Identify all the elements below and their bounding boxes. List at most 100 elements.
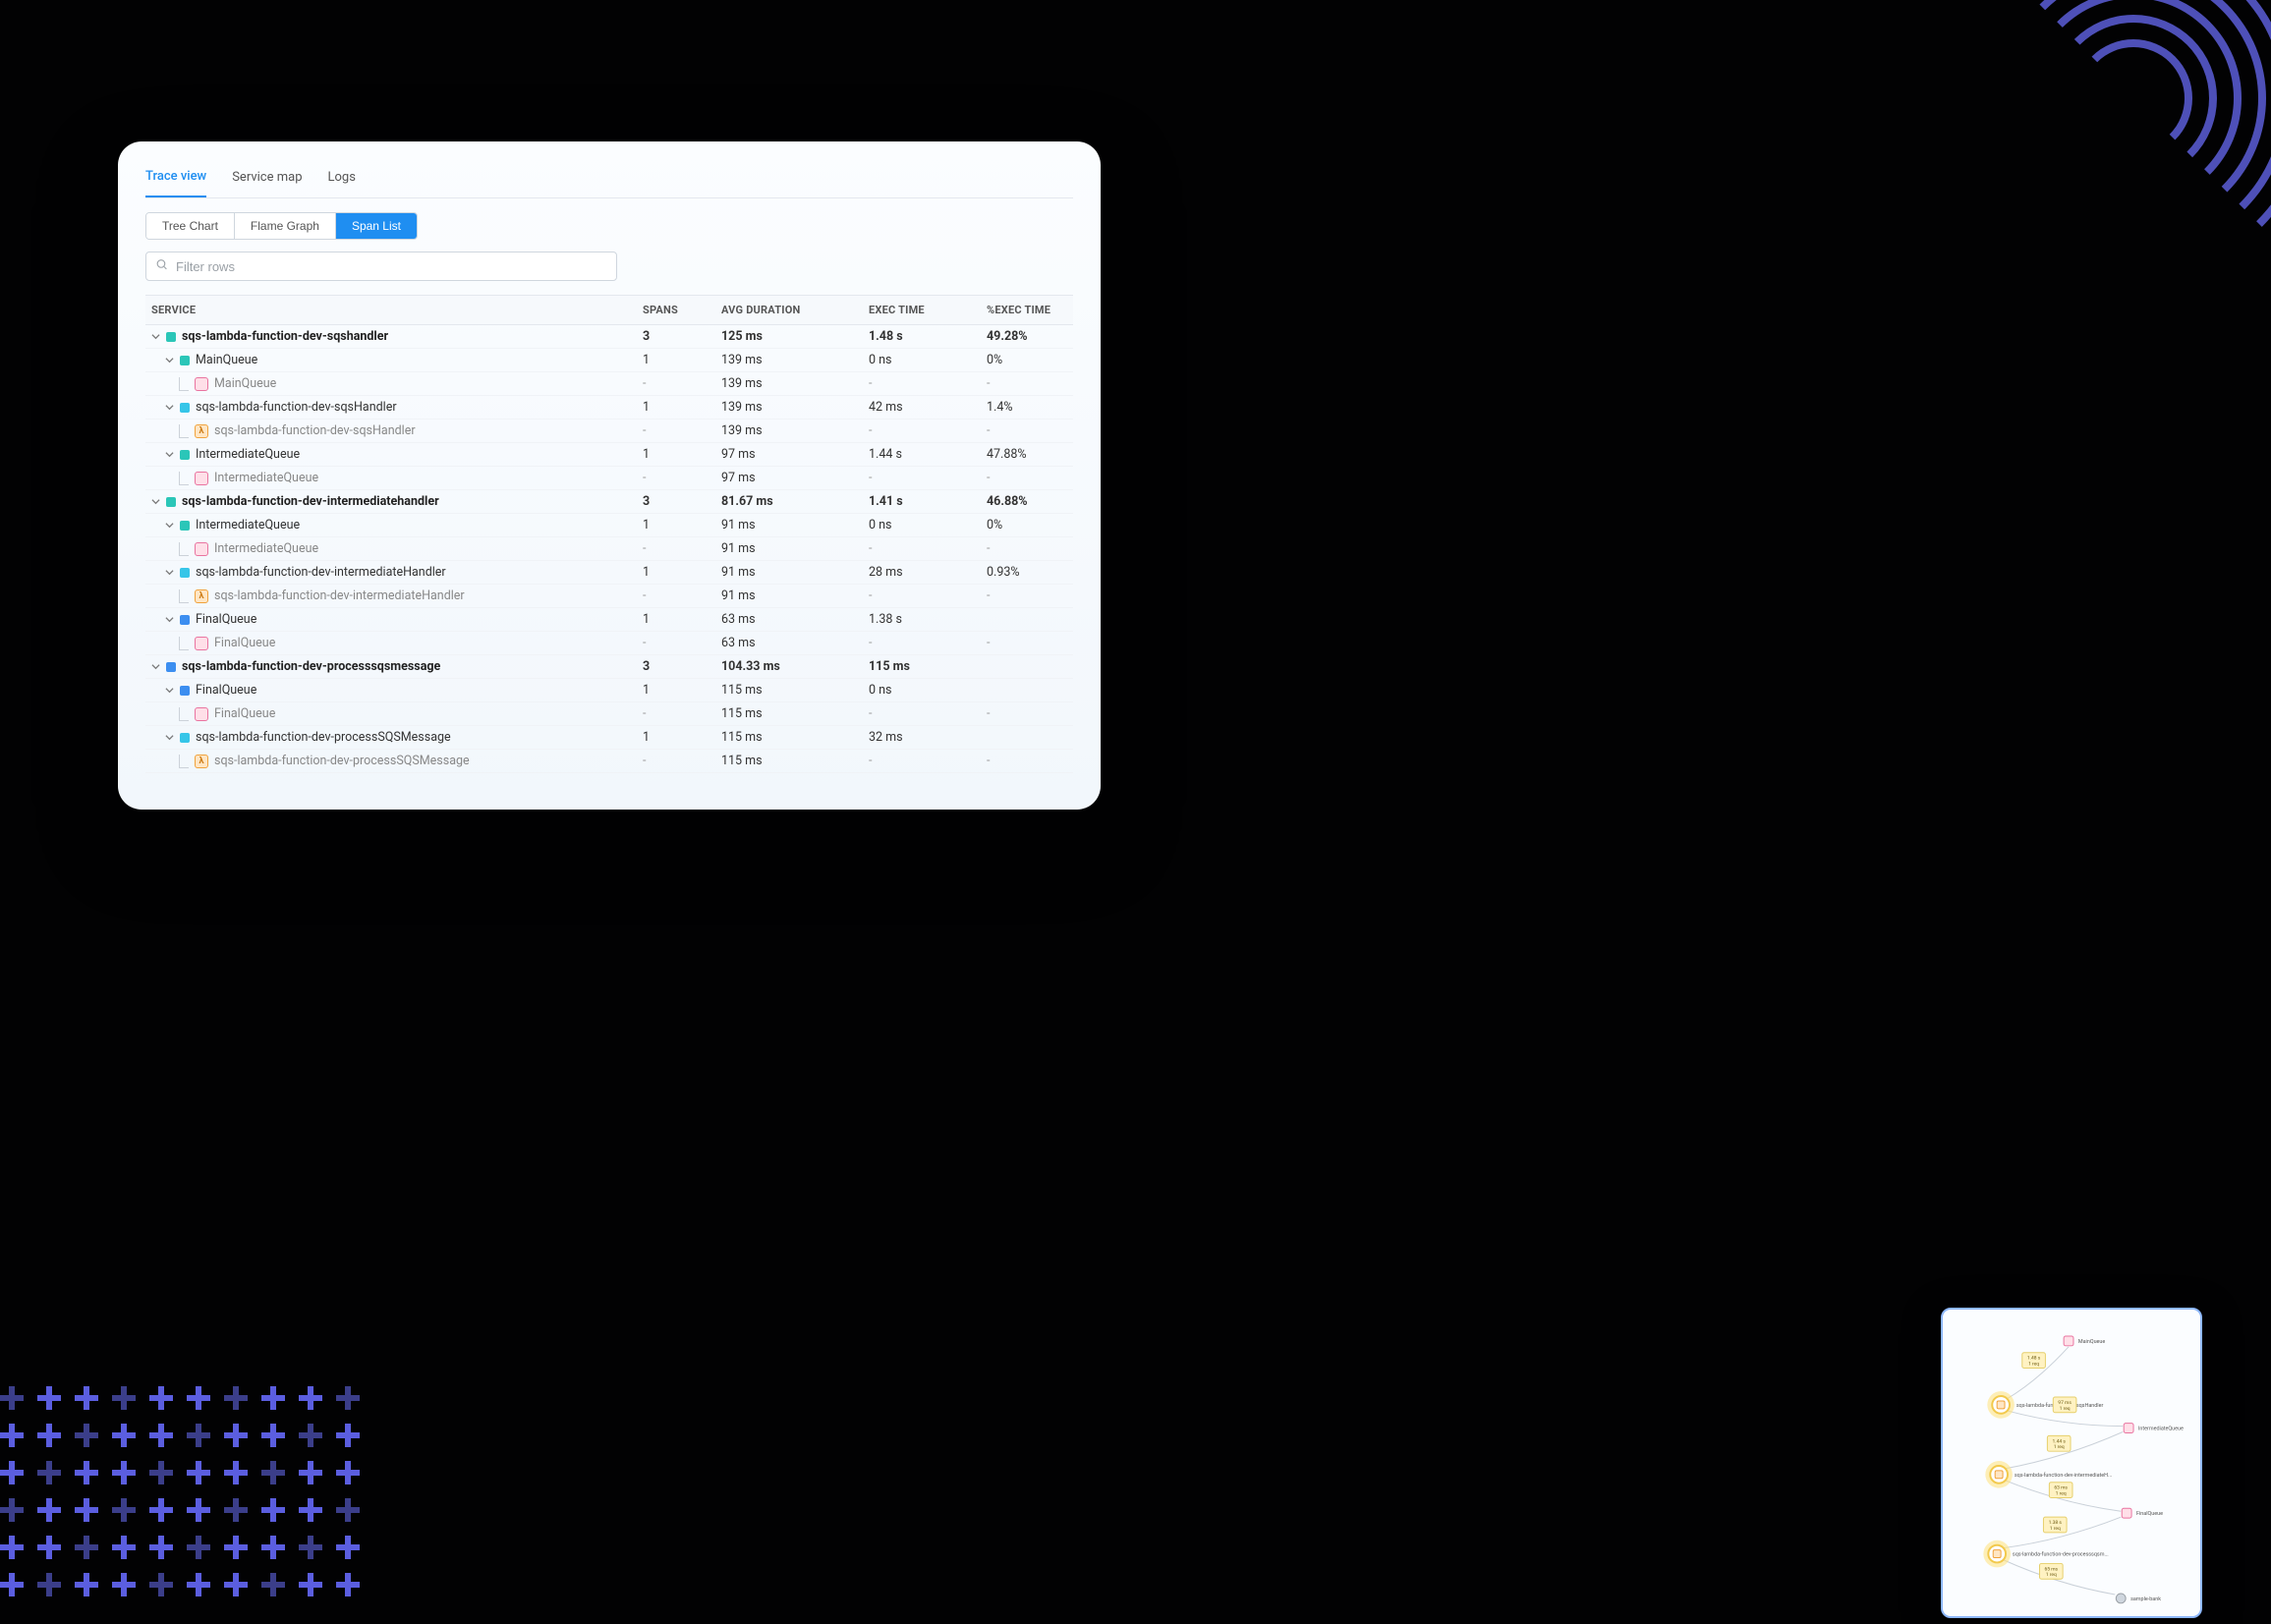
map-node[interactable]: sqs-lambda-function-dev-intermediateH... [1985, 1461, 2112, 1488]
table-row[interactable]: FinalQueue1115 ms0 ns [145, 679, 1073, 702]
table-row[interactable]: IntermediateQueue197 ms1.44 s47.88% [145, 443, 1073, 467]
cell-exec: 115 ms [869, 659, 987, 674]
chevron-down-icon[interactable] [165, 450, 174, 459]
map-node[interactable]: MainQueue [2064, 1336, 2105, 1346]
svg-text:1 req: 1 req [2060, 1406, 2071, 1412]
service-label: IntermediateQueue [196, 518, 300, 532]
cell-spans: 1 [643, 612, 721, 627]
service-label: sqs-lambda-function-dev-sqshandler [182, 329, 388, 344]
col-service: SERVICE [151, 304, 643, 316]
chevron-down-icon[interactable] [151, 332, 160, 341]
cell-avg: 91 ms [721, 541, 869, 556]
cell-avg: 139 ms [721, 400, 869, 415]
service-dot-icon [180, 521, 190, 531]
cell-avg: 91 ms [721, 518, 869, 532]
table-row[interactable]: sqs-lambda-function-dev-processSQSMessag… [145, 726, 1073, 750]
table-row[interactable]: λsqs-lambda-function-dev-intermediateHan… [145, 585, 1073, 608]
cell-spans: - [643, 588, 721, 603]
service-label: FinalQueue [196, 612, 256, 627]
cell-exec: - [869, 754, 987, 768]
cell-pct: - [987, 423, 1085, 438]
chevron-down-icon[interactable] [165, 356, 174, 364]
svg-text:IntermediateQueue: IntermediateQueue [2138, 1427, 2184, 1432]
cell-spans: - [643, 376, 721, 391]
service-label: FinalQueue [196, 683, 256, 698]
table-row[interactable]: FinalQueue-115 ms-- [145, 702, 1073, 726]
service-label: FinalQueue [214, 706, 275, 721]
map-node[interactable]: sample-bank [2116, 1594, 2161, 1603]
tree-connector [179, 377, 189, 391]
cell-exec: - [869, 376, 987, 391]
service-label: FinalQueue [214, 636, 275, 650]
cell-spans: 3 [643, 659, 721, 674]
view-tree-chart[interactable]: Tree Chart [146, 213, 235, 239]
tab-trace-view[interactable]: Trace view [145, 159, 206, 197]
table-row[interactable]: λsqs-lambda-function-dev-sqsHandler-139 … [145, 420, 1073, 443]
table-row[interactable]: MainQueue1139 ms0 ns0% [145, 349, 1073, 372]
table-row[interactable]: sqs-lambda-function-dev-processsqsmessag… [145, 655, 1073, 679]
queue-icon [195, 542, 208, 556]
map-node[interactable]: FinalQueue [2122, 1508, 2163, 1518]
svg-text:MainQueue: MainQueue [2078, 1339, 2106, 1345]
col-pct-exec-time: %EXEC TIME [987, 304, 1085, 316]
chevron-down-icon[interactable] [151, 497, 160, 506]
lambda-icon: λ [195, 589, 208, 603]
service-dot-icon [180, 733, 190, 743]
col-avg-duration: AVG DURATION [721, 304, 869, 316]
table-row[interactable]: FinalQueue-63 ms-- [145, 632, 1073, 655]
cell-exec: 32 ms [869, 730, 987, 745]
chevron-down-icon[interactable] [165, 686, 174, 695]
service-label: sqs-lambda-function-dev-processSQSMessag… [196, 730, 451, 745]
cell-avg: 97 ms [721, 447, 869, 462]
queue-icon [195, 377, 208, 391]
cell-pct: 49.28% [987, 329, 1085, 344]
cell-exec: - [869, 423, 987, 438]
view-span-list[interactable]: Span List [336, 213, 417, 239]
table-row[interactable]: sqs-lambda-function-dev-sqshandler3125 m… [145, 325, 1073, 349]
cell-exec: - [869, 636, 987, 650]
table-row[interactable]: MainQueue-139 ms-- [145, 372, 1073, 396]
table-row[interactable]: FinalQueue163 ms1.38 s [145, 608, 1073, 632]
table-row[interactable]: IntermediateQueue-97 ms-- [145, 467, 1073, 490]
view-flame-graph[interactable]: Flame Graph [235, 213, 336, 239]
cell-avg: 91 ms [721, 565, 869, 580]
cell-spans: 1 [643, 683, 721, 698]
chevron-down-icon[interactable] [165, 403, 174, 412]
table-row[interactable]: IntermediateQueue-91 ms-- [145, 537, 1073, 561]
table-row[interactable]: λsqs-lambda-function-dev-processSQSMessa… [145, 750, 1073, 773]
service-dot-icon [180, 450, 190, 460]
chevron-down-icon[interactable] [165, 733, 174, 742]
chevron-down-icon[interactable] [165, 615, 174, 624]
filter-input[interactable] [145, 252, 617, 281]
search-icon [155, 258, 168, 275]
table-row[interactable]: sqs-lambda-function-dev-sqsHandler1139 m… [145, 396, 1073, 420]
chevron-down-icon[interactable] [151, 662, 160, 671]
svg-text:1 req: 1 req [2054, 1444, 2065, 1450]
map-badge: 63 ms1 req [2049, 1483, 2072, 1498]
tab-service-map[interactable]: Service map [232, 160, 302, 196]
svg-text:1 req: 1 req [2056, 1491, 2067, 1497]
chevron-down-icon[interactable] [165, 521, 174, 530]
cell-spans: - [643, 541, 721, 556]
map-node[interactable]: sqs-lambda-function-dev-sqsHandler [1987, 1391, 2103, 1419]
table-row[interactable]: IntermediateQueue191 ms0 ns0% [145, 514, 1073, 537]
table-header: SERVICE SPANS AVG DURATION EXEC TIME %EX… [145, 295, 1073, 325]
table-body: sqs-lambda-function-dev-sqshandler3125 m… [145, 325, 1073, 773]
service-label: sqs-lambda-function-dev-processsqsmessag… [182, 659, 440, 674]
tab-logs[interactable]: Logs [328, 160, 356, 196]
cell-avg: 97 ms [721, 471, 869, 485]
cell-spans: - [643, 471, 721, 485]
cell-spans: - [643, 706, 721, 721]
service-label: MainQueue [196, 353, 257, 367]
cell-avg: 139 ms [721, 353, 869, 367]
table-row[interactable]: sqs-lambda-function-dev-intermediateHand… [145, 561, 1073, 585]
cell-avg: 91 ms [721, 588, 869, 603]
table-row[interactable]: sqs-lambda-function-dev-intermediatehand… [145, 490, 1073, 514]
cell-pct: - [987, 636, 1085, 650]
tree-connector [179, 637, 189, 650]
service-dot-icon [166, 332, 176, 342]
map-node[interactable]: IntermediateQueue [2124, 1424, 2184, 1433]
service-label: sqs-lambda-function-dev-sqsHandler [214, 423, 416, 438]
chevron-down-icon[interactable] [165, 568, 174, 577]
service-map-inset[interactable]: MainQueue sqs-lambda-function-dev-sqsHand… [1941, 1308, 2202, 1618]
